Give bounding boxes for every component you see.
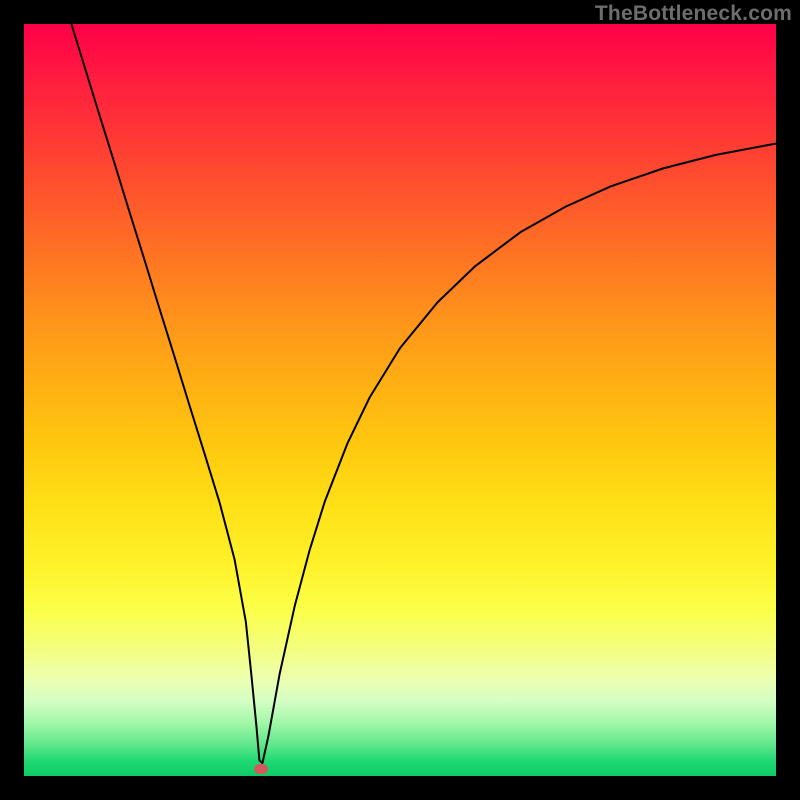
optimal-point-marker (254, 764, 268, 774)
watermark-text: TheBottleneck.com (595, 2, 792, 26)
chart-frame: TheBottleneck.com (0, 0, 800, 800)
curve-layer (24, 24, 776, 776)
plot-area (24, 24, 776, 776)
bottleneck-curve (71, 24, 776, 763)
